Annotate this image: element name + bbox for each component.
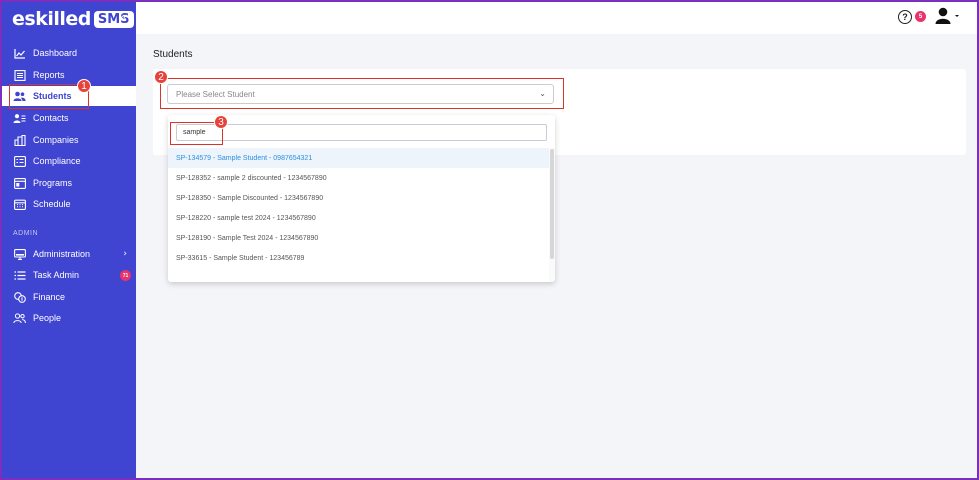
sidebar-item-label: Task Admin: [33, 270, 80, 280]
annotation-marker-2: 2: [154, 70, 168, 84]
sidebar-item-companies[interactable]: Companies: [2, 130, 136, 150]
top-bar: ? 5: [136, 2, 977, 34]
sidebar-section-admin: ADMIN: [13, 230, 39, 237]
student-search-input[interactable]: [176, 124, 547, 141]
brand-logo[interactable]: eskilled SMS: [12, 8, 134, 30]
brand-name: eskilled: [12, 8, 91, 30]
help-icon[interactable]: ?: [898, 10, 912, 24]
annotation-marker-1: 1: [77, 79, 91, 93]
sidebar-item-label: Administration: [33, 249, 91, 259]
dropdown-option[interactable]: SP-128220 - sample test 2024 - 123456789…: [168, 208, 549, 228]
notification-badge[interactable]: 5: [915, 11, 926, 22]
chevron-right-icon: ›: [123, 249, 127, 259]
people-icon: [13, 312, 26, 324]
annotation-marker-3: 3: [214, 115, 228, 129]
brand-badge: SMS: [93, 10, 134, 28]
dropdown-option[interactable]: SP-128350 - Sample Discounted - 12345678…: [168, 188, 549, 208]
sidebar-item-dashboard[interactable]: Dashboard: [2, 43, 136, 63]
sidebar-item-label: Companies: [33, 135, 79, 145]
building-icon: [13, 134, 26, 146]
sidebar-item-label: Finance: [33, 292, 66, 302]
dropdown-option[interactable]: SP-128190 - Sample Test 2024 - 123456789…: [168, 228, 549, 248]
sidebar-item-label: Contacts: [33, 113, 69, 123]
contact-card-icon: [13, 113, 26, 124]
list-icon: [13, 270, 26, 281]
monitor-icon: [13, 248, 26, 260]
sidebar-item-administration[interactable]: Administration ›: [2, 244, 136, 264]
calendar-icon: [13, 199, 26, 210]
sidebar-item-contacts[interactable]: Contacts: [2, 108, 136, 128]
sidebar-item-schedule[interactable]: Schedule: [2, 194, 136, 214]
dropdown-option[interactable]: SP-134579 - Sample Student - 0987654321: [168, 148, 549, 168]
sidebar-item-reports[interactable]: Reports: [2, 65, 136, 85]
coins-icon: [13, 291, 26, 303]
sidebar-item-label: Programs: [33, 178, 73, 188]
user-icon: [935, 7, 959, 24]
sidebar-item-label: Schedule: [33, 199, 71, 209]
collapse-sidebar-icon[interactable]: «: [120, 10, 127, 24]
student-dropdown: SP-134579 - Sample Student - 0987654321 …: [168, 115, 555, 282]
sidebar-item-label: Dashboard: [33, 48, 78, 58]
sidebar-item-label: Reports: [33, 70, 65, 80]
dropdown-option[interactable]: SP-33615 - Sample Student - 123456789: [168, 248, 549, 268]
sidebar-item-compliance[interactable]: Compliance: [2, 151, 136, 171]
sidebar-item-task-admin[interactable]: Task Admin: [2, 265, 136, 285]
report-icon: [13, 69, 26, 81]
task-admin-count-badge: 71: [120, 270, 131, 281]
page-title: Students: [153, 49, 193, 60]
checklist-icon: [13, 155, 26, 167]
window-icon: [13, 177, 26, 189]
sidebar: eskilled SMS « Dashboard Reports Student…: [2, 2, 136, 478]
dropdown-scrollbar-thumb[interactable]: [550, 149, 554, 259]
sidebar-item-label: People: [33, 313, 62, 323]
app-frame: eskilled SMS « Dashboard Reports Student…: [0, 0, 979, 480]
dropdown-option[interactable]: SP-128352 - sample 2 discounted - 123456…: [168, 168, 549, 188]
sidebar-item-finance[interactable]: Finance: [2, 287, 136, 307]
chart-line-icon: [13, 48, 26, 59]
annotation-box-2: [160, 78, 564, 109]
sidebar-item-programs[interactable]: Programs: [2, 173, 136, 193]
user-menu-button[interactable]: [934, 6, 964, 28]
sidebar-item-label: Compliance: [33, 156, 81, 166]
sidebar-item-people[interactable]: People: [2, 308, 136, 328]
